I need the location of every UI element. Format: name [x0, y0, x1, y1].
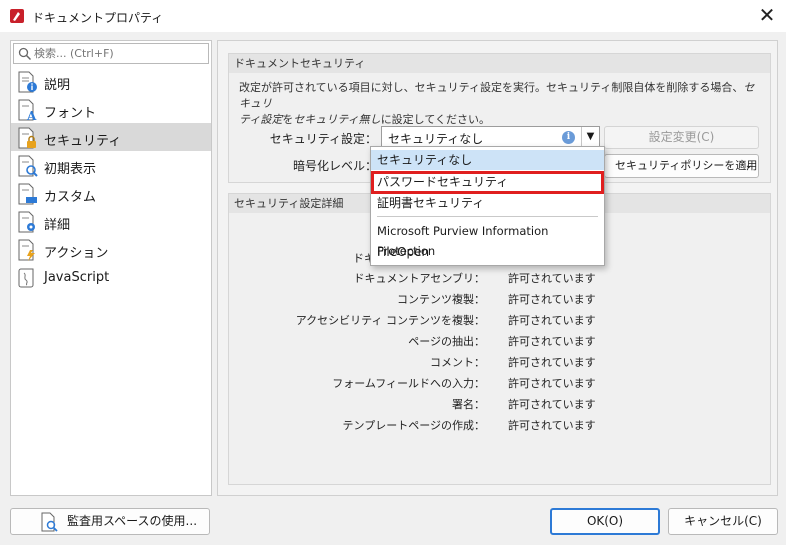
- sidebar-item-advanced[interactable]: 詳細: [11, 207, 211, 235]
- security-description: 改定が許可されている項目に対し、セキュリティ設定を実行。セキュリティ制限自体を削…: [239, 81, 755, 126]
- search-input[interactable]: [34, 45, 204, 62]
- detail-key: テンプレートページの作成：: [342, 419, 485, 432]
- option-microsoft-purview[interactable]: Microsoft Purview Information Protection: [371, 221, 604, 258]
- sidebar-item-actions[interactable]: アクション: [11, 235, 211, 263]
- document-view-icon: [18, 155, 38, 177]
- sidebar-item-label: JavaScript: [44, 270, 110, 285]
- chevron-down-icon: ⌄: [744, 160, 753, 171]
- dropdown-separator: [377, 216, 598, 217]
- document-info-icon: [18, 71, 37, 93]
- detail-key: ドキュメントアセンブリ：: [353, 272, 485, 285]
- detail-key: 署名：: [452, 398, 485, 411]
- sidebar-item-label: フォント: [44, 106, 97, 121]
- sidebar: 説明 A フォント セキュリティ: [10, 40, 212, 496]
- option-certificate-security[interactable]: 証明書セキュリティ: [371, 193, 604, 213]
- detail-value: 許可されています: [508, 398, 596, 411]
- security-setting-dropdown: セキュリティなし パスワードセキュリティ 証明書セキュリティ Microsoft…: [370, 146, 605, 266]
- encryption-level-label: 暗号化レベル：: [292, 159, 377, 173]
- chevron-down-icon[interactable]: ▼: [581, 127, 599, 147]
- sidebar-item-custom[interactable]: カスタム: [11, 179, 211, 207]
- sidebar-item-label: 説明: [44, 78, 71, 93]
- sidebar-item-label: セキュリティ: [44, 134, 122, 149]
- apply-policy-label: セキュリティポリシーを適用: [615, 159, 758, 172]
- sidebar-item-security[interactable]: セキュリティ: [11, 123, 211, 151]
- document-search-icon: [41, 512, 58, 532]
- detail-value: 許可されています: [508, 272, 596, 285]
- detail-value: 許可されています: [508, 419, 596, 432]
- detail-value: 許可されています: [508, 335, 596, 348]
- search-icon: [18, 47, 32, 61]
- security-setting-value: セキュリティなし: [388, 132, 484, 146]
- option-fileopen[interactable]: FileOpen: [371, 242, 604, 262]
- audit-button-label: 監査用スペースの使用...: [67, 514, 198, 528]
- sidebar-item-description[interactable]: 説明: [11, 67, 211, 95]
- detail-key: アクセシビリティ コンテンツを複製：: [295, 314, 485, 327]
- sidebar-item-label: アクション: [44, 246, 109, 261]
- detail-key: ページの抽出：: [408, 335, 485, 348]
- script-scroll-icon: [18, 268, 34, 288]
- app-icon: [10, 9, 24, 23]
- document-custom-icon: [18, 183, 37, 205]
- document-font-icon: A: [18, 99, 37, 122]
- detail-value: 許可されています: [508, 314, 596, 327]
- detail-value: 許可されています: [508, 293, 596, 306]
- document-lock-icon: [18, 127, 36, 149]
- detail-key: コンテンツ複製：: [397, 293, 485, 306]
- option-password-security[interactable]: パスワードセキュリティ: [371, 171, 604, 194]
- sidebar-item-label: カスタム: [44, 190, 97, 205]
- sidebar-item-initial-view[interactable]: 初期表示: [11, 151, 211, 179]
- window-title: ドキュメントプロパティ: [32, 11, 164, 25]
- cancel-button[interactable]: キャンセル(C): [668, 508, 778, 535]
- group-title: ドキュメントセキュリティ: [229, 54, 770, 73]
- sidebar-item-fonts[interactable]: A フォント: [11, 95, 211, 123]
- nav-list: 説明 A フォント セキュリティ 初期表示 カスタム 詳細 アクション Java…: [11, 67, 211, 291]
- detail-key: フォームフィールドへの入力：: [332, 377, 485, 390]
- option-no-security[interactable]: セキュリティなし: [371, 150, 604, 170]
- security-setting-label: セキュリティ設定：: [269, 132, 377, 146]
- document-gear-icon: [18, 211, 35, 233]
- info-icon[interactable]: i: [562, 131, 575, 144]
- detail-value: 許可されています: [508, 377, 596, 390]
- apply-security-policy-select[interactable]: セキュリティポリシーを適用 ⌄: [604, 154, 759, 178]
- audit-space-button[interactable]: 監査用スペースの使用...: [10, 508, 210, 535]
- detail-value: 許可されています: [508, 356, 596, 369]
- detail-key: コメント：: [430, 356, 485, 369]
- title-bar: ドキュメントプロパティ ✕: [0, 0, 786, 32]
- close-button[interactable]: ✕: [756, 4, 778, 26]
- sidebar-item-label: 詳細: [44, 218, 71, 233]
- security-setting-select[interactable]: セキュリティなし i ▼: [381, 126, 600, 148]
- search-box[interactable]: [13, 43, 209, 64]
- ok-button[interactable]: OK(O): [550, 508, 660, 535]
- document-action-icon: [18, 239, 35, 261]
- sidebar-item-label: 初期表示: [44, 162, 97, 177]
- svg-text:A: A: [26, 109, 37, 122]
- sidebar-item-javascript[interactable]: JavaScript: [11, 263, 211, 291]
- main-panel: ドキュメントセキュリティ 改定が許可されている項目に対し、セキュリティ設定を実行…: [217, 40, 778, 496]
- change-settings-button[interactable]: 設定変更(C): [604, 126, 759, 149]
